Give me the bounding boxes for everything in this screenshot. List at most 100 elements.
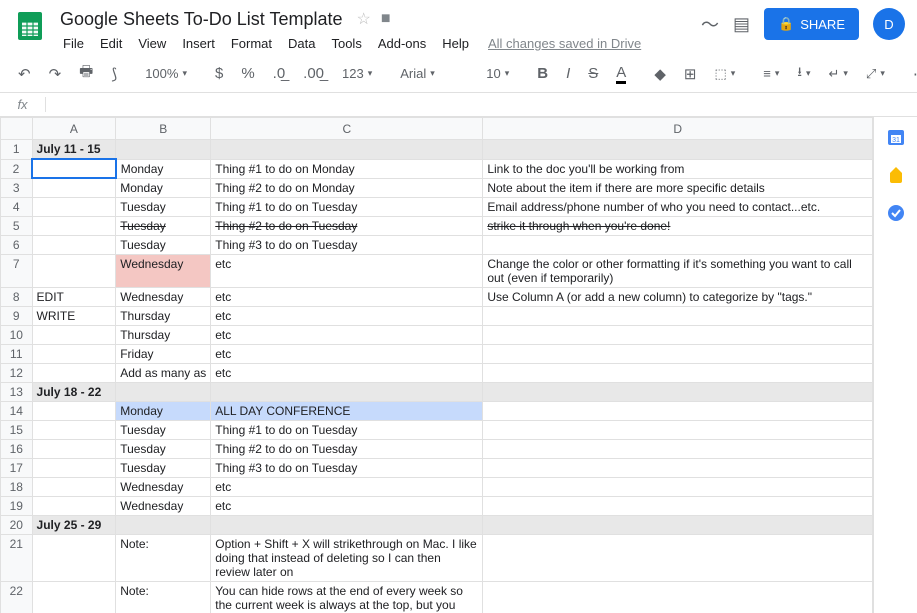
currency-icon[interactable]: $	[209, 61, 229, 86]
corner-cell[interactable]	[1, 118, 33, 140]
col-header-B[interactable]: B	[116, 118, 211, 140]
cell[interactable]: etc	[211, 344, 483, 363]
save-status[interactable]: All changes saved in Drive	[488, 32, 641, 55]
cell[interactable]: Thing #2 to do on Monday	[211, 178, 483, 197]
cell[interactable]: July 11 - 15	[32, 140, 116, 160]
row-header[interactable]: 16	[1, 439, 33, 458]
cell[interactable]	[32, 235, 116, 254]
cell[interactable]	[483, 534, 873, 581]
cell[interactable]	[483, 363, 873, 382]
cell[interactable]	[32, 496, 116, 515]
row-header[interactable]: 21	[1, 534, 33, 581]
h-align-icon[interactable]: ≡▾	[757, 62, 785, 85]
cell[interactable]	[211, 140, 483, 160]
row-header[interactable]: 18	[1, 477, 33, 496]
cell[interactable]: Monday	[116, 401, 211, 420]
cell[interactable]: You can hide rows at the end of every we…	[211, 581, 483, 613]
cell[interactable]: Thing #2 to do on Tuesday	[211, 439, 483, 458]
cell[interactable]: Wednesday	[116, 477, 211, 496]
percent-icon[interactable]: %	[235, 61, 260, 86]
row-header[interactable]: 8	[1, 287, 33, 306]
row-header[interactable]: 9	[1, 306, 33, 325]
cell[interactable]	[32, 581, 116, 613]
v-align-icon[interactable]: ⭳▾	[791, 59, 816, 89]
cell[interactable]	[483, 325, 873, 344]
paint-format-icon[interactable]: ⟆	[105, 61, 123, 87]
cell[interactable]	[483, 458, 873, 477]
merge-cells-icon[interactable]: ⬚▾	[708, 62, 741, 86]
cell[interactable]: Link to the doc you'll be working from	[483, 159, 873, 178]
menu-help[interactable]: Help	[435, 32, 476, 55]
comments-icon[interactable]: ▤	[733, 14, 750, 35]
cell[interactable]	[32, 458, 116, 477]
row-header[interactable]: 13	[1, 382, 33, 401]
row-header[interactable]: 20	[1, 515, 33, 534]
cell[interactable]: etc	[211, 254, 483, 287]
cell[interactable]	[483, 581, 873, 613]
fill-color-icon[interactable]: ◆	[648, 61, 672, 87]
cell[interactable]: EDIT	[32, 287, 116, 306]
activity-icon[interactable]: 〜	[701, 11, 719, 37]
cell[interactable]: Tuesday	[116, 420, 211, 439]
cell[interactable]	[483, 140, 873, 160]
menu-tools[interactable]: Tools	[324, 32, 368, 55]
cell[interactable]: etc	[211, 287, 483, 306]
col-header-A[interactable]: A	[32, 118, 116, 140]
cell[interactable]	[116, 140, 211, 160]
cell[interactable]	[32, 420, 116, 439]
more-formats[interactable]: 123▾	[336, 62, 378, 85]
col-header-D[interactable]: D	[483, 118, 873, 140]
menu-insert[interactable]: Insert	[175, 32, 222, 55]
decrease-decimal-icon[interactable]: .0̲	[267, 61, 292, 86]
cell[interactable]	[483, 306, 873, 325]
cell[interactable]: July 18 - 22	[32, 382, 116, 401]
cell[interactable]: etc	[211, 496, 483, 515]
cell[interactable]	[483, 382, 873, 401]
star-icon[interactable]: ☆	[357, 9, 371, 29]
cell[interactable]: Thursday	[116, 306, 211, 325]
menu-file[interactable]: File	[56, 32, 91, 55]
cell[interactable]: Thing #3 to do on Tuesday	[211, 458, 483, 477]
menu-add-ons[interactable]: Add-ons	[371, 32, 433, 55]
cell[interactable]: Wednesday	[116, 254, 211, 287]
cell[interactable]: etc	[211, 306, 483, 325]
cell[interactable]: Tuesday	[116, 197, 211, 216]
cell[interactable]: Note:	[116, 534, 211, 581]
tasks-icon[interactable]	[886, 203, 906, 223]
row-header[interactable]: 4	[1, 197, 33, 216]
print-icon[interactable]: 🖶	[73, 57, 99, 90]
menu-format[interactable]: Format	[224, 32, 279, 55]
cell[interactable]	[211, 382, 483, 401]
cell[interactable]: Tuesday	[116, 235, 211, 254]
cell[interactable]: Friday	[116, 344, 211, 363]
cell[interactable]	[32, 363, 116, 382]
row-header[interactable]: 3	[1, 178, 33, 197]
menu-view[interactable]: View	[131, 32, 173, 55]
row-header[interactable]: 6	[1, 235, 33, 254]
cell[interactable]	[483, 420, 873, 439]
zoom-select[interactable]: 100%▾	[139, 62, 193, 85]
cell[interactable]: Thursday	[116, 325, 211, 344]
row-header[interactable]: 14	[1, 401, 33, 420]
cell[interactable]: Note about the item if there are more sp…	[483, 178, 873, 197]
cell[interactable]: Tuesday	[116, 216, 211, 235]
document-title[interactable]: Google Sheets To-Do List Template	[56, 7, 347, 32]
cell[interactable]: Thing #2 to do on Tuesday	[211, 216, 483, 235]
cell[interactable]: Monday	[116, 178, 211, 197]
borders-icon[interactable]: ⊞	[678, 61, 703, 87]
cell[interactable]: Thing #1 to do on Tuesday	[211, 197, 483, 216]
row-header[interactable]: 10	[1, 325, 33, 344]
wrap-icon[interactable]: ↵▾	[822, 62, 853, 86]
cell[interactable]	[116, 515, 211, 534]
folder-icon[interactable]: ■	[381, 10, 391, 28]
cell[interactable]: Wednesday	[116, 496, 211, 515]
cell[interactable]	[32, 325, 116, 344]
cell[interactable]	[32, 178, 116, 197]
undo-icon[interactable]: ↶	[12, 61, 37, 87]
increase-decimal-icon[interactable]: .00̲	[297, 61, 330, 86]
redo-icon[interactable]: ↷	[43, 61, 68, 87]
spreadsheet-grid[interactable]: ABCD 1July 11 - 152MondayThing #1 to do …	[0, 117, 873, 613]
more-icon[interactable]: ⋯	[907, 61, 917, 87]
cell[interactable]	[32, 439, 116, 458]
row-header[interactable]: 22	[1, 581, 33, 613]
